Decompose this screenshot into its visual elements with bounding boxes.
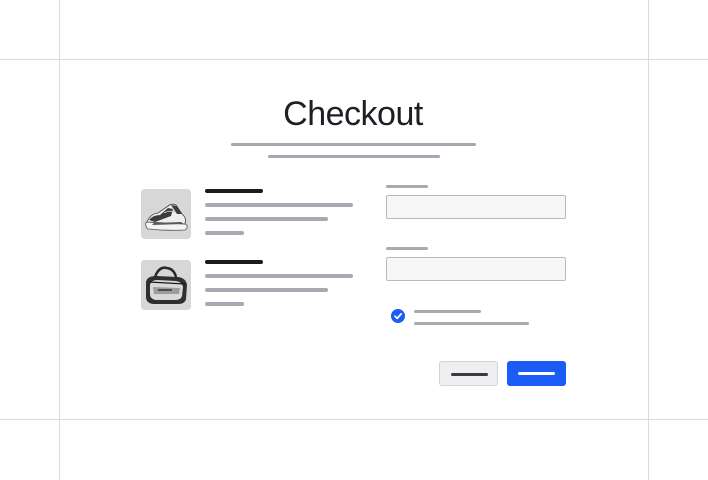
item-description-line <box>205 288 328 292</box>
item-description-line <box>205 217 328 221</box>
product-image-duffel-bag <box>141 260 191 310</box>
checkbox-label-line <box>414 310 481 313</box>
item-title <box>205 189 263 193</box>
subtitle-line-2 <box>268 155 440 158</box>
button-label-placeholder <box>451 373 488 376</box>
frame-guide-top <box>0 59 708 60</box>
item-description-line <box>205 274 353 278</box>
item-description-line <box>205 203 353 207</box>
checkbox-label-line <box>414 322 529 325</box>
field-label <box>386 185 428 188</box>
text-field-2[interactable] <box>386 257 566 281</box>
subtitle-line-1 <box>231 143 476 146</box>
item-title <box>205 260 263 264</box>
consent-checkbox[interactable] <box>391 309 405 323</box>
product-image-sneaker <box>141 189 191 239</box>
field-label <box>386 247 428 250</box>
item-price <box>205 302 244 306</box>
item-price <box>205 231 244 235</box>
frame-guide-left <box>59 0 60 480</box>
frame-guide-right <box>648 0 649 480</box>
submit-button[interactable] <box>507 361 566 386</box>
text-field-1[interactable] <box>386 195 566 219</box>
cancel-button[interactable] <box>439 361 498 386</box>
button-label-placeholder <box>518 372 555 375</box>
frame-guide-bottom <box>0 419 708 420</box>
page-title: Checkout <box>283 95 423 133</box>
checkmark-icon <box>394 312 403 320</box>
